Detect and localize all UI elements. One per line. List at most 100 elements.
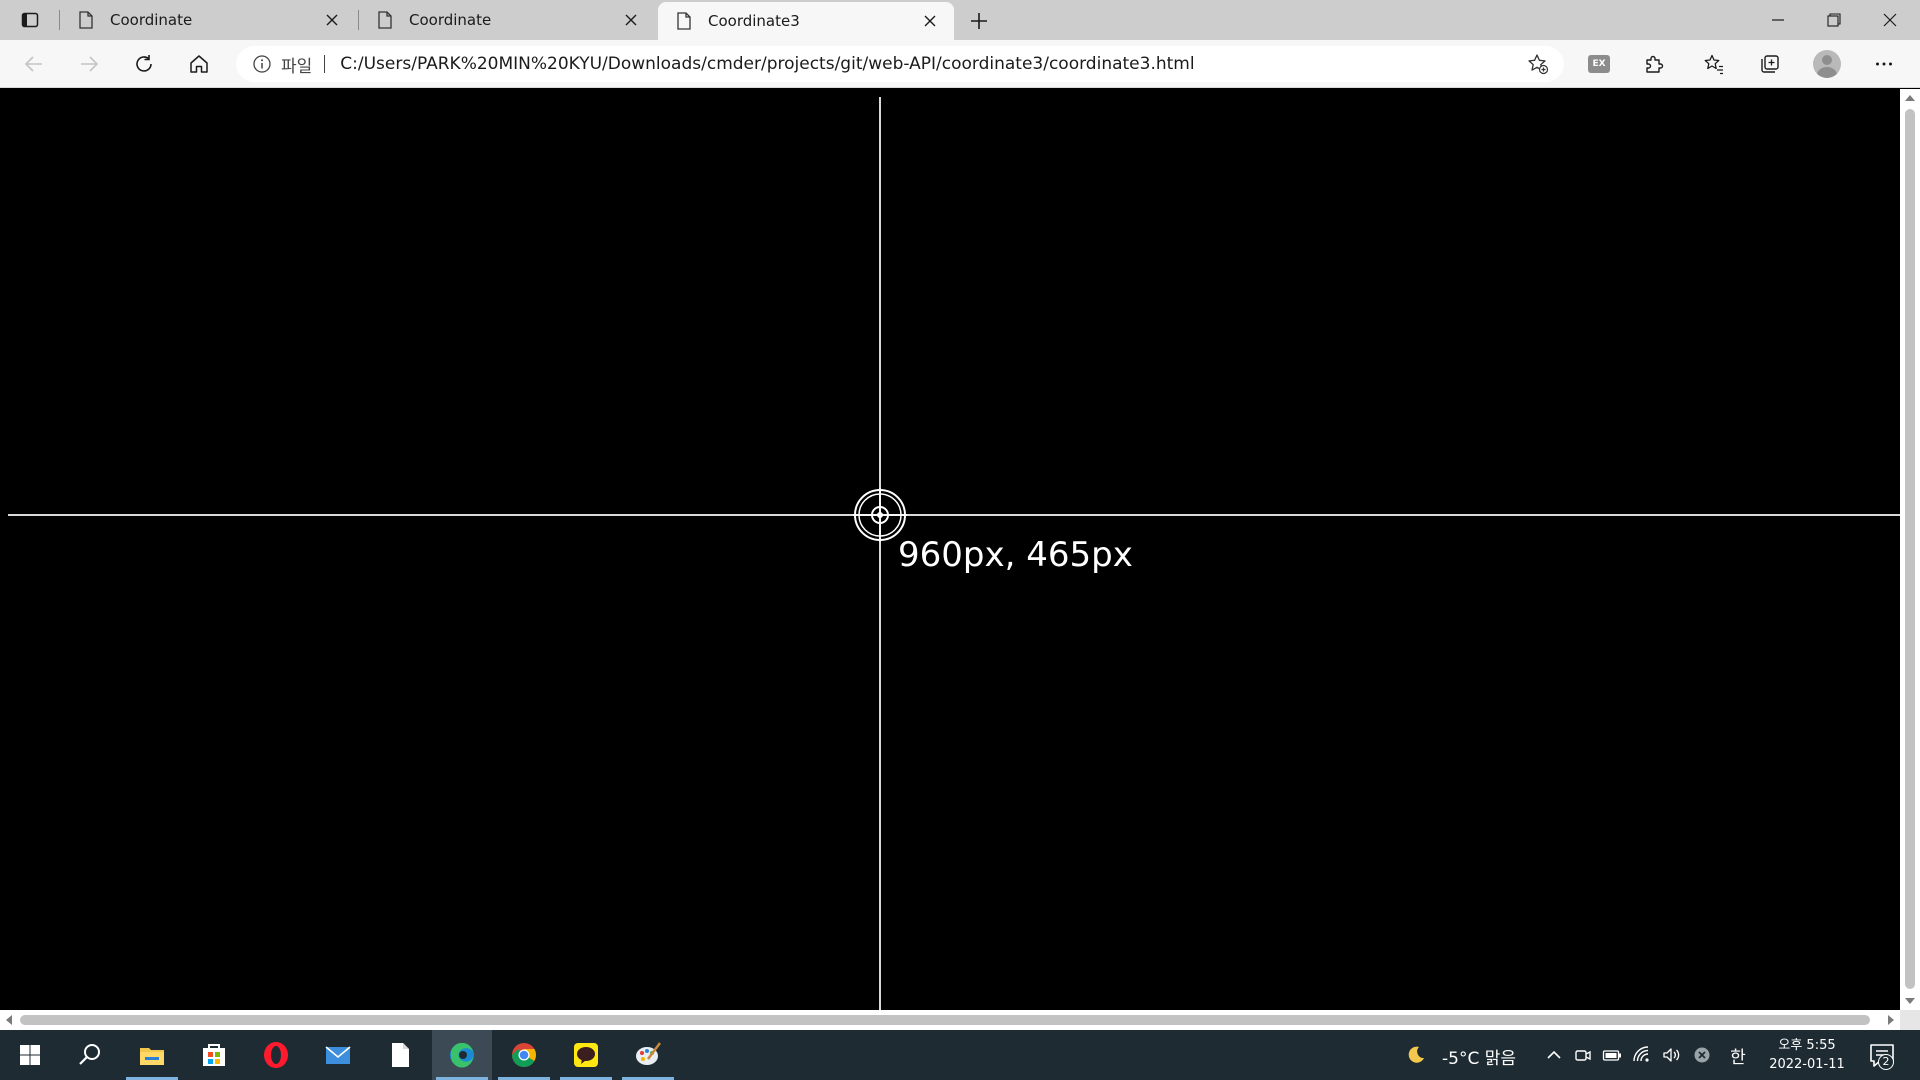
vertical-scroll-thumb[interactable] (1905, 109, 1915, 989)
notepad-icon (392, 1043, 409, 1067)
store-button[interactable] (184, 1030, 244, 1080)
tab-coordinate-1[interactable]: Coordinate (60, 0, 356, 40)
more-icon (1876, 62, 1892, 66)
chevron-up-icon[interactable] (1542, 1043, 1566, 1067)
close-icon (1883, 13, 1897, 27)
close-icon[interactable] (621, 10, 641, 30)
cancel-circle-icon[interactable] (1690, 1043, 1714, 1067)
vertical-crosshair-line (879, 97, 881, 1010)
tab-title: Coordinate (409, 11, 492, 29)
weather-label[interactable]: -5°C 맑음 (1442, 1044, 1516, 1069)
extension-badge: EX (1588, 55, 1610, 73)
volume-icon[interactable] (1659, 1043, 1683, 1067)
scrollbar-corner (1900, 1010, 1920, 1030)
moon-icon[interactable] (1404, 1043, 1428, 1067)
wifi-icon[interactable] (1630, 1043, 1654, 1067)
system-clock[interactable]: 오후 5:55 2022-01-11 (1764, 1036, 1850, 1074)
kakaotalk-icon (574, 1043, 598, 1067)
forward-button[interactable] (71, 46, 107, 82)
extensions-button[interactable] (1636, 46, 1672, 82)
vertical-scrollbar[interactable] (1900, 89, 1920, 1010)
restore-button[interactable] (1806, 0, 1862, 40)
horizontal-scroll-thumb[interactable] (20, 1015, 1870, 1025)
search-icon (79, 1044, 100, 1065)
arrow-right-icon (81, 56, 99, 72)
collections-button[interactable] (1752, 46, 1788, 82)
edge-button[interactable] (432, 1030, 492, 1080)
close-icon[interactable] (322, 10, 342, 30)
page-icon (674, 11, 694, 31)
coordinate-readout: 960px, 465px (898, 535, 1133, 575)
start-icon (20, 1045, 40, 1065)
tab-coordinate-2[interactable]: Coordinate (359, 0, 655, 40)
meet-now-icon[interactable] (1571, 1043, 1595, 1067)
scroll-up-icon[interactable] (1905, 95, 1915, 101)
mail-button[interactable] (308, 1030, 368, 1080)
scroll-left-icon[interactable] (6, 1015, 12, 1025)
refresh-icon (136, 55, 152, 72)
kakaotalk-button[interactable] (556, 1030, 616, 1080)
horizontal-crosshair-line (8, 514, 1900, 516)
scroll-down-icon[interactable] (1905, 998, 1915, 1004)
chrome-icon (512, 1043, 536, 1067)
battery-icon[interactable] (1600, 1043, 1624, 1067)
collections-icon (1761, 55, 1779, 73)
close-icon[interactable] (920, 11, 940, 31)
profile-button[interactable] (1809, 46, 1845, 82)
tab-strip: Coordinate Coordinate Coordinate3 (0, 0, 1920, 40)
horizontal-scrollbar[interactable] (0, 1010, 1900, 1030)
file-explorer-button[interactable] (122, 1030, 182, 1080)
taskbar: -5°C 맑음 한 오후 5:55 2022-01-11 2 (0, 1030, 1920, 1080)
tab-title: Coordinate3 (708, 12, 800, 30)
plus-icon (971, 13, 987, 29)
minimize-icon (1772, 19, 1784, 21)
minimize-button[interactable] (1750, 0, 1806, 40)
ime-indicator[interactable]: 한 (1726, 1043, 1750, 1068)
puzzle-icon (1646, 55, 1664, 73)
refresh-button[interactable] (126, 46, 162, 82)
home-icon (190, 55, 208, 73)
clock-date: 2022-01-11 (1769, 1057, 1845, 1072)
start-button[interactable] (0, 1030, 60, 1080)
address-scheme-label: 파일 (281, 56, 313, 77)
star-add-icon (1528, 54, 1549, 75)
store-icon (203, 1044, 225, 1066)
restore-icon (1827, 13, 1841, 27)
paint-icon (636, 1042, 661, 1065)
address-bar[interactable]: 파일 C:/Users/PARK%20MIN%20KYU/Downloads/c… (236, 46, 1564, 82)
page-icon (76, 10, 96, 30)
favorites-icon (1704, 54, 1723, 75)
opera-icon (264, 1042, 288, 1068)
new-tab-button[interactable] (964, 6, 994, 36)
tab-coordinate3[interactable]: Coordinate3 (658, 2, 954, 40)
add-favorite-button[interactable] (1526, 53, 1550, 75)
back-button[interactable] (16, 46, 52, 82)
tab-actions-button[interactable] (8, 5, 52, 35)
chrome-button[interactable] (494, 1030, 554, 1080)
tab-actions-icon (21, 12, 39, 28)
mail-icon (325, 1046, 351, 1064)
page-viewport[interactable]: 960px, 465px (0, 89, 1900, 1010)
paint-button[interactable] (618, 1030, 678, 1080)
avatar (1813, 50, 1841, 78)
edge-icon (450, 1042, 474, 1068)
info-icon[interactable] (251, 53, 273, 75)
arrow-left-icon (24, 56, 42, 72)
address-divider (324, 55, 326, 73)
extension-ex-button[interactable]: EX (1581, 46, 1617, 82)
close-window-button[interactable] (1862, 0, 1918, 40)
target-icon (853, 488, 907, 542)
clock-time: 오후 5:55 (1778, 1038, 1836, 1053)
opera-button[interactable] (246, 1030, 306, 1080)
page-icon (375, 10, 395, 30)
favorites-button[interactable] (1696, 46, 1732, 82)
file-explorer-icon (140, 1048, 164, 1065)
address-url[interactable]: C:/Users/PARK%20MIN%20KYU/Downloads/cmde… (340, 54, 1194, 74)
settings-more-button[interactable] (1866, 46, 1902, 82)
search-button[interactable] (60, 1030, 120, 1080)
scroll-right-icon[interactable] (1888, 1015, 1894, 1025)
notification-count-badge: 2 (1878, 1054, 1894, 1070)
home-button[interactable] (181, 46, 217, 82)
tab-title: Coordinate (110, 11, 193, 29)
notepad-button[interactable] (370, 1030, 430, 1080)
